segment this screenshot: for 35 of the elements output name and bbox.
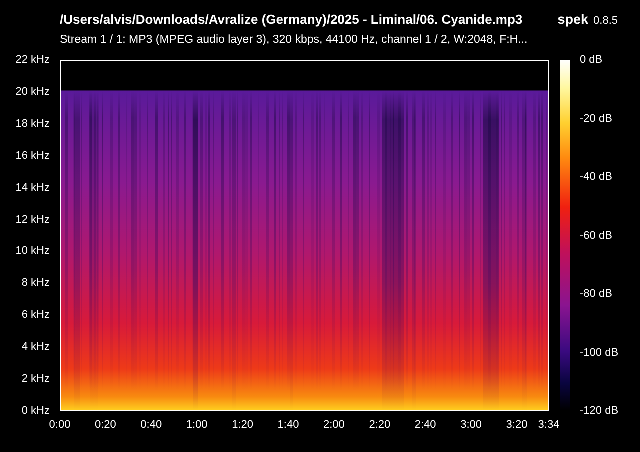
time-tick-label: 2:20 [369, 419, 391, 431]
level-tick-label: -40 dB [580, 170, 614, 184]
app-version: 0.8.5 [594, 15, 618, 27]
frequency-tick-label: 10 kHz [16, 244, 50, 258]
level-tick-label: -120 dB [580, 404, 620, 418]
time-tick-label: 0:00 [49, 419, 71, 431]
file-path-title: /Users/alvis/Downloads/Avralize (Germany)/2025 - Liminal/06. Cyanide.mp3 [60, 12, 523, 27]
frequency-tick-label: 22 kHz [16, 53, 50, 67]
frequency-tick-label: 12 kHz [16, 212, 50, 227]
frequency-tick-label: 4 kHz [22, 340, 50, 354]
frequency-tick-label: 18 kHz [16, 116, 50, 131]
time-tick-label: 2:00 [324, 419, 345, 431]
frequency-tick-label: 14 kHz [16, 180, 50, 195]
time-tick-label: 1:40 [278, 419, 300, 431]
level-tick-label: -20 dB [580, 112, 614, 126]
time-tick-label: 0:20 [94, 419, 116, 431]
frequency-tick-label: 8 kHz [22, 276, 50, 290]
time-tick-label: 1:20 [232, 419, 254, 431]
frequency-tick-label: 20 kHz [16, 84, 50, 99]
time-tick-label: 3:34 [538, 419, 560, 431]
frequency-tick-label: 6 kHz [22, 308, 50, 322]
level-tick-label: 0 dB [580, 53, 604, 67]
frequency-tick-label: 16 kHz [16, 148, 50, 163]
frequency-tick-label: 0 kHz [22, 404, 50, 418]
time-tick-label: 0:40 [140, 419, 162, 431]
time-tick-label: 3:00 [460, 419, 482, 431]
time-tick-label: 3:20 [506, 419, 528, 431]
frequency-tick-label: 2 kHz [22, 372, 50, 386]
level-tick-label: -60 dB [580, 228, 614, 242]
time-tick-label: 1:00 [186, 419, 208, 431]
app-name: spek [558, 12, 589, 27]
level-tick-label: -80 dB [580, 287, 614, 301]
stream-info: Stream 1 / 1: MP3 (MPEG audio layer 3), 320 kbps, 44100 Hz, channel 1 / 2, W:2048, F:H... [60, 34, 529, 46]
level-tick-label: -100 dB [580, 346, 620, 360]
time-tick-label: 2:40 [414, 419, 436, 431]
